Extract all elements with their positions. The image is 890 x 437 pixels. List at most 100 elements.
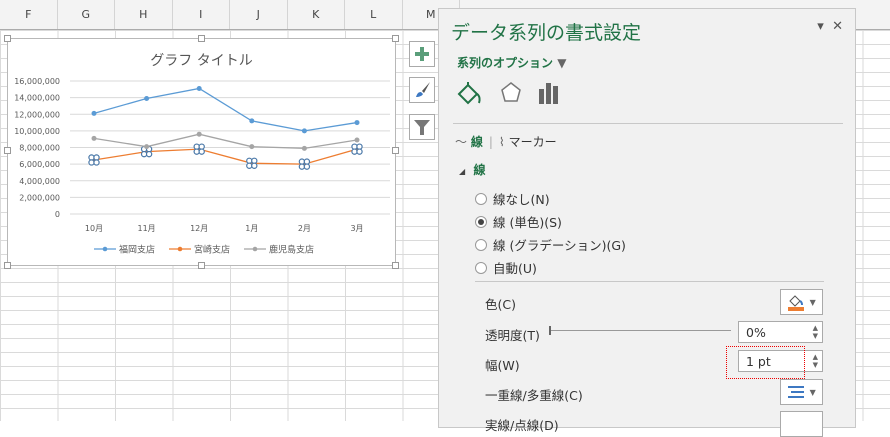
chevron-down-icon: ▼ <box>809 387 816 397</box>
column-header[interactable]: L <box>345 0 403 29</box>
data-point <box>249 144 255 150</box>
series-options-tab-icon[interactable] <box>538 81 560 105</box>
x-tick-label: 10月 <box>85 224 103 233</box>
data-point <box>91 110 97 116</box>
radio-button[interactable] <box>475 238 487 251</box>
series-options-dropdown[interactable]: 系列のオプション ▼ <box>457 54 566 71</box>
divider <box>475 281 824 282</box>
x-tick-label: 11月 <box>138 224 156 233</box>
legend-marker <box>252 246 258 252</box>
radio-label: 線なし(N) <box>493 192 550 207</box>
column-header[interactable]: K <box>288 0 345 29</box>
chart[interactable]: グラフ タイトル 0 2,000,000 4,000,000 6,000,000 8,0… <box>4 35 399 269</box>
column-header[interactable]: H <box>115 0 173 29</box>
compound-type-label: 一重線/多重線(C) <box>485 388 583 403</box>
highlight-box <box>726 346 805 379</box>
chevron-down-icon: ▼ <box>557 56 567 70</box>
data-point <box>249 118 255 124</box>
compound-type-button[interactable]: ▼ <box>780 379 823 405</box>
column-header[interactable]: J <box>230 0 288 29</box>
line-tab[interactable]: 〜 線 <box>455 133 483 150</box>
selection-handle <box>93 159 100 166</box>
dash-type-label: 実線/点線(D) <box>485 418 559 433</box>
color-picker-button[interactable]: ▼ <box>780 289 823 315</box>
data-point <box>196 85 202 91</box>
color-label: 色(C) <box>485 297 516 312</box>
y-tick-label: 4,000,000 <box>19 177 60 186</box>
y-tick-label: 8,000,000 <box>19 144 60 153</box>
dash-type-button[interactable] <box>780 411 823 437</box>
plus-icon <box>415 47 429 61</box>
chart-filters-button[interactable] <box>409 114 435 140</box>
pane-title: データ系列の書式設定 <box>451 22 642 44</box>
marker-tab[interactable]: ⌇ マーカー <box>499 133 557 150</box>
radio-solid-line[interactable]: 線 (単色)(S) <box>475 212 562 231</box>
selection-handle <box>145 150 153 158</box>
legend-label: 宮崎支店 <box>194 244 230 256</box>
plot-area: 0 2,000,000 4,000,000 6,000,000 8,000,000 10,… <box>14 77 390 256</box>
column-header[interactable]: I <box>173 0 230 29</box>
marker-line-icon: ⌇ <box>498 135 505 149</box>
legend-marker <box>102 246 108 252</box>
radio-gradient-line[interactable]: 線 (グラデーション)(G) <box>475 235 626 254</box>
collapse-triangle-icon: ◢ <box>459 167 466 176</box>
data-point <box>91 135 97 141</box>
legend-label: 福岡支店 <box>119 244 155 256</box>
series-options-label: 系列のオプション <box>457 56 554 70</box>
transparency-value[interactable]: 0% <box>746 325 766 340</box>
y-tick-label: 10,000,000 <box>14 127 60 136</box>
chart-elements-button[interactable] <box>409 41 435 67</box>
divider <box>453 123 843 124</box>
radio-label: 線 (単色)(S) <box>493 215 562 230</box>
series-line <box>93 148 358 165</box>
radio-button[interactable] <box>475 261 487 274</box>
filter-icon <box>414 120 430 135</box>
data-point <box>144 95 150 101</box>
data-point <box>354 120 360 126</box>
column-header[interactable]: F <box>0 0 58 29</box>
effects-tab-icon[interactable] <box>499 81 523 107</box>
column-header[interactable]: G <box>58 0 115 29</box>
spinner-arrows-icon[interactable]: ▲ ▼ <box>813 353 818 369</box>
line-section-header[interactable]: ◢ 線 <box>459 161 486 178</box>
y-tick-label: 14,000,000 <box>14 94 60 103</box>
transparency-label: 透明度(T) <box>485 328 540 343</box>
fill-line-tab-icon[interactable] <box>457 81 483 107</box>
brush-icon <box>416 82 430 97</box>
selection-handle <box>198 148 205 155</box>
compound-lines-icon <box>788 386 805 398</box>
series-line <box>93 87 358 132</box>
selection-handle <box>356 148 363 155</box>
data-point <box>196 131 202 137</box>
radio-button[interactable] <box>475 192 487 205</box>
y-tick-label: 0 <box>55 210 60 219</box>
line-icon: 〜 <box>455 135 468 149</box>
radio-automatic[interactable]: 自動(U) <box>475 258 537 277</box>
legend-label: 鹿児島支店 <box>269 244 314 256</box>
series-line <box>93 133 358 149</box>
radio-label: 線 (グラデーション)(G) <box>493 238 626 253</box>
pane-options-icon[interactable]: ▾ <box>817 19 824 34</box>
width-label: 幅(W) <box>485 358 520 373</box>
format-data-series-pane: データ系列の書式設定 ▾ ✕ 系列のオプション ▼ 〜 線 | ⌇ マーカー ◢… <box>438 8 856 437</box>
selection-handle <box>251 162 258 169</box>
radio-button[interactable] <box>475 215 487 228</box>
x-tick-label: 1月 <box>245 224 258 233</box>
data-point <box>301 145 307 151</box>
radio-label: 自動(U) <box>493 261 537 276</box>
close-icon[interactable]: ✕ <box>832 19 843 34</box>
chart-styles-button[interactable] <box>409 77 435 103</box>
y-tick-label: 16,000,000 <box>14 77 60 86</box>
x-tick-label: 3月 <box>350 224 363 233</box>
spinner-arrows-icon[interactable]: ▲ ▼ <box>813 324 818 340</box>
transparency-spinner[interactable]: 0% ▲ ▼ <box>738 321 823 343</box>
x-tick-label: 2月 <box>298 224 311 233</box>
transparency-slider[interactable] <box>549 326 731 335</box>
radio-no-line[interactable]: 線なし(N) <box>475 189 550 208</box>
paint-bucket-icon <box>788 295 805 311</box>
data-point <box>354 137 360 143</box>
marker-tab-label: マーカー <box>508 135 557 149</box>
y-tick-label: 12,000,000 <box>14 110 60 119</box>
data-point <box>144 144 150 150</box>
selection-handle <box>303 163 311 170</box>
